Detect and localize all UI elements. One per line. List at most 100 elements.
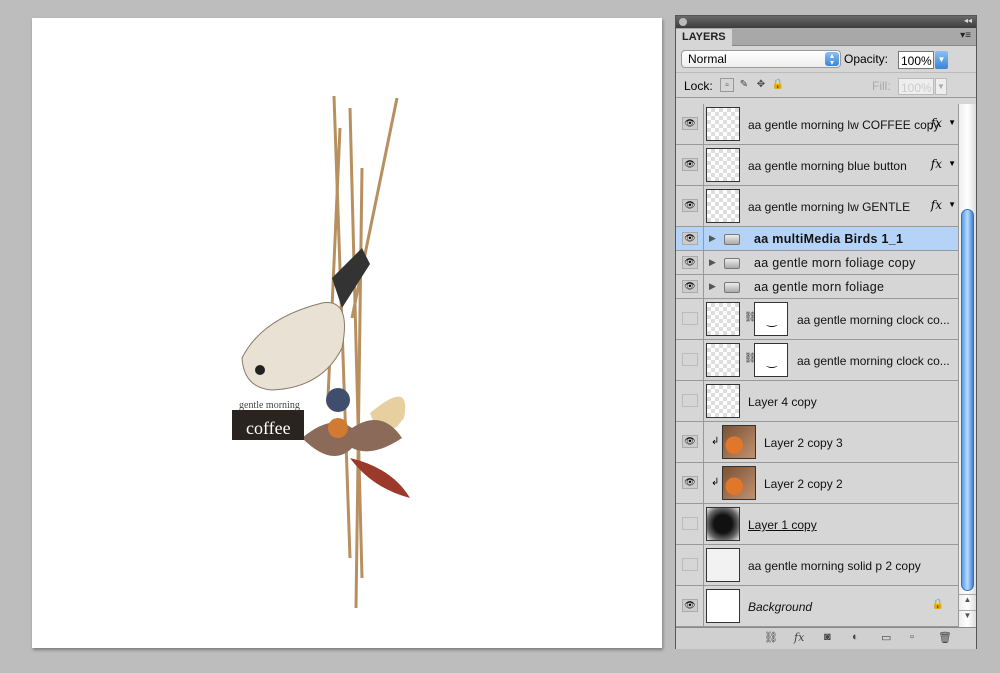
eye-icon[interactable]: 👁 [682,280,698,293]
folder-icon [724,282,740,293]
folder-icon [724,234,740,245]
layer-row[interactable]: 👁 aa gentle morning lw COFFEE copy fx ▼ [676,104,958,145]
eye-icon[interactable]: 👁 [682,599,698,612]
lock-pixels-brush-icon[interactable]: ✎ [737,78,751,92]
layer-name: aa gentle morn foliage copy [754,256,916,270]
scroll-down-icon[interactable]: ▼ [959,610,976,626]
expand-effects-icon[interactable]: ▼ [948,118,956,127]
lock-icon: 🔒 [931,599,944,610]
eye-icon[interactable]: 👁 [682,232,698,245]
layer-row[interactable]: ⛓aa gentle morning clock co... [676,340,958,381]
eye-icon[interactable]: 👁 [682,435,698,448]
scrollbar-thumb[interactable] [961,209,974,591]
opacity-input[interactable]: 100% [898,51,934,69]
lock-label: Lock: [684,79,713,93]
link-layers-icon[interactable]: ⛓ [764,631,778,644]
layer-row[interactable]: 👁 ↲ Layer 2 copy 3 [676,422,958,463]
layer-name: Layer 1 copy [748,518,817,532]
layers-scrollbar[interactable]: ▲ ▼ [958,104,976,627]
eye-hidden-toggle[interactable] [682,312,698,325]
fx-icon[interactable]: fx [931,198,942,212]
fx-icon[interactable]: fx [931,157,942,171]
layer-thumbnail [706,148,740,182]
scroll-up-icon[interactable]: ▲ [959,594,976,610]
expand-triangle-icon[interactable]: ▶ [709,233,716,244]
layer-name: Layer 2 copy 2 [764,477,843,491]
layer-name: aa gentle morning blue button [748,159,907,173]
lock-all-icon[interactable]: 🔒 [771,78,785,92]
document-canvas[interactable]: gentle morning coffee [32,18,662,648]
mask-thumbnail[interactable] [754,302,788,336]
layer-name: aa gentle morn foliage [754,280,885,294]
layer-name: aa gentle morning lw COFFEE copy [748,118,940,132]
new-group-folder-icon[interactable]: ▭ [881,631,891,644]
layer-name: aa gentle morning solid p 2 copy [748,559,921,573]
eye-icon[interactable]: 👁 [682,158,698,171]
tab-layers[interactable]: LAYERS [676,29,732,46]
eye-icon[interactable]: 👁 [682,117,698,130]
fill-input[interactable]: 100% [898,78,934,95]
expand-triangle-icon[interactable]: ▶ [709,257,716,268]
layer-name: aa multiMedia Birds 1_1 [754,232,904,246]
opacity-dropdown-icon[interactable]: ▼ [935,51,948,69]
updown-icon: ▴ ▾ [825,52,839,67]
eye-icon[interactable]: 👁 [682,256,698,269]
fill-dropdown-icon[interactable]: ▼ [935,78,947,95]
new-layer-icon[interactable]: ▫ [910,631,914,643]
mask-thumbnail[interactable] [754,343,788,377]
clipping-arrow-icon: ↲ [711,436,720,447]
gentle-morning-text: gentle morning [239,400,300,411]
blend-mode-value: Normal [688,52,727,66]
layer-name: Background [748,600,813,614]
layer-row[interactable]: Layer 4 copy [676,381,958,422]
lock-position-move-icon[interactable]: ✥ [754,78,768,92]
fx-icon[interactable]: fx [931,116,942,130]
opacity-label: Opacity: [844,52,889,66]
panel-menu-icon[interactable]: ▾≡ [960,30,971,41]
add-mask-icon[interactable]: ◙ [824,631,831,643]
eye-hidden-toggle[interactable] [682,558,698,571]
layer-row[interactable]: 👁 ↲ Layer 2 copy 2 [676,463,958,504]
blend-mode-select[interactable]: Normal ▴ ▾ [681,50,841,68]
fill-label: Fill: [872,79,891,93]
coffee-text: coffee [246,418,291,438]
eye-hidden-toggle[interactable] [682,394,698,407]
folder-icon [724,258,740,269]
layer-name: aa gentle morning clock co... [797,313,950,327]
clipping-arrow-icon: ↲ [711,477,720,488]
layer-group-row[interactable]: 👁 ▶ aa gentle morn foliage [676,275,958,299]
eye-hidden-toggle[interactable] [682,517,698,530]
eye-icon[interactable]: 👁 [682,476,698,489]
layers-list: 👁 aa gentle morning lw COFFEE copy fx ▼ 👁 aa… [676,104,958,627]
layer-thumbnail [706,384,740,418]
layer-thumbnail [706,343,740,377]
layer-thumbnail [706,302,740,336]
expand-effects-icon[interactable]: ▼ [948,200,956,209]
layer-thumbnail [706,589,740,623]
layer-row[interactable]: aa gentle morning solid p 2 copy [676,545,958,586]
trash-icon[interactable]: 🗑 [938,631,952,644]
layer-row[interactable]: 👁 aa gentle morning lw GENTLE fx ▼ [676,186,958,227]
layer-row[interactable]: ⛓aa gentle morning clock co... [676,299,958,340]
collapse-icon[interactable]: ◂◂ [964,16,972,25]
adjustment-layer-icon[interactable]: ◐ [852,631,859,643]
eye-icon[interactable]: 👁 [682,199,698,212]
layer-thumbnail [706,107,740,141]
layer-name: aa gentle morning lw GENTLE [748,200,911,214]
layer-thumbnail [706,507,740,541]
layer-group-row[interactable]: 👁 ▶ aa multiMedia Birds 1_1 [676,227,958,251]
layer-thumbnail [722,466,756,500]
lock-transparency-icon[interactable]: ▫ [720,78,734,92]
layer-group-row[interactable]: 👁 ▶ aa gentle morn foliage copy [676,251,958,275]
add-style-fx-icon[interactable]: fx [794,631,804,644]
expand-triangle-icon[interactable]: ▶ [709,281,716,292]
expand-effects-icon[interactable]: ▼ [948,159,956,168]
panel-titlebar[interactable]: ◂◂ [676,16,976,28]
eye-hidden-toggle[interactable] [682,353,698,366]
layers-panel: ◂◂ LAYERS ▾≡ Normal ▴ ▾ Opacity: 100% ▼ Loc… [675,15,977,649]
close-icon[interactable] [679,18,687,26]
layer-row[interactable]: 👁 aa gentle morning blue button fx ▼ [676,145,958,186]
layer-name: Layer 2 copy 3 [764,436,843,450]
layer-row[interactable]: Layer 1 copy [676,504,958,545]
layer-row-background[interactable]: 👁 Background 🔒 [676,586,958,627]
